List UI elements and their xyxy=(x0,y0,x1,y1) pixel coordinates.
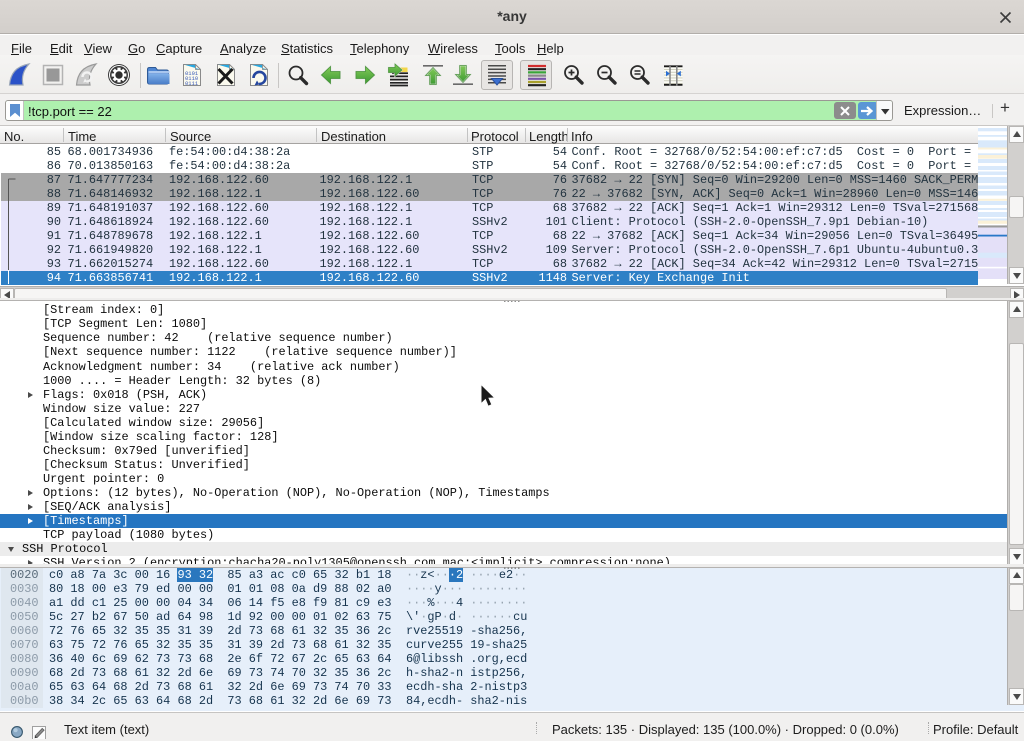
svg-text:0111: 0111 xyxy=(185,80,199,87)
